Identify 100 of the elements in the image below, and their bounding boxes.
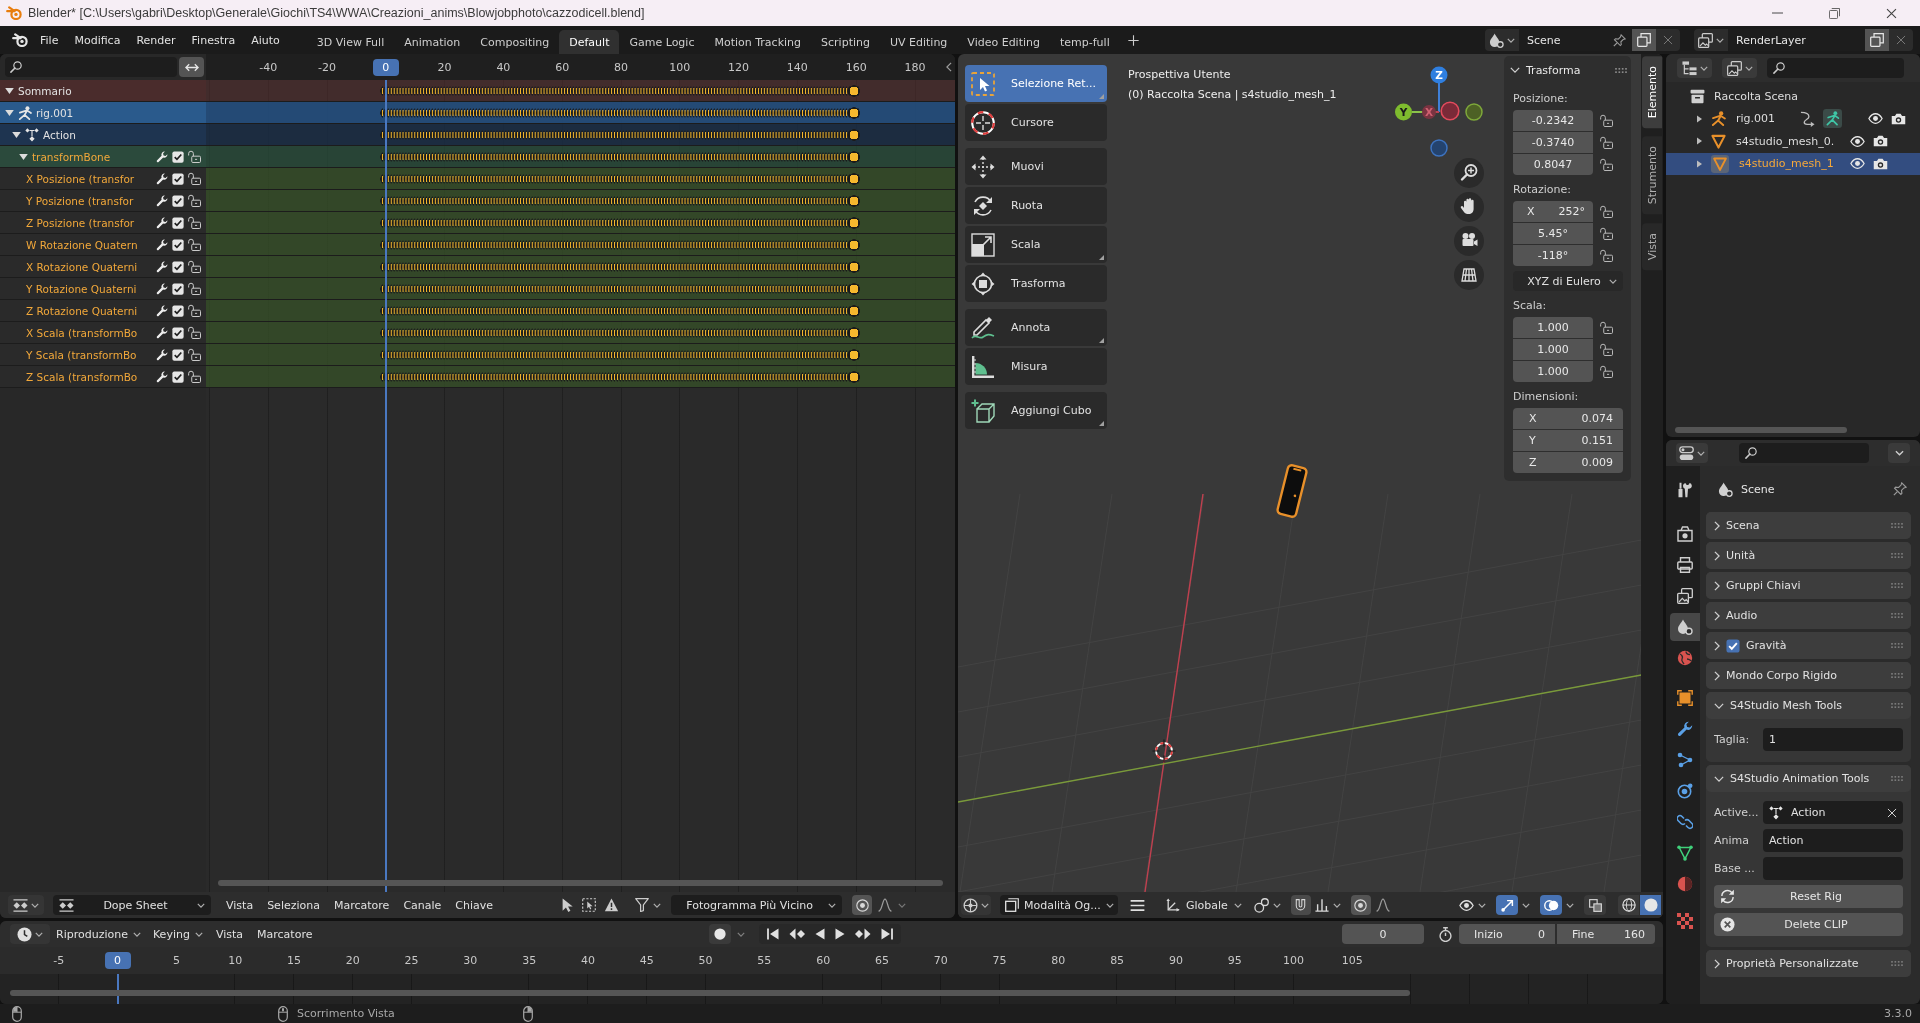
unlink-button[interactable] bbox=[1656, 29, 1680, 51]
jump-to-end-icon[interactable] bbox=[881, 928, 894, 940]
number-field[interactable]: 1.000 bbox=[1513, 317, 1593, 338]
open-padlock-icon[interactable] bbox=[188, 238, 201, 251]
play-reverse-icon[interactable] bbox=[815, 928, 826, 940]
wrench-icon[interactable] bbox=[156, 172, 168, 185]
figure-icon[interactable] bbox=[1823, 109, 1842, 129]
number-field[interactable]: 0.8047 bbox=[1513, 154, 1593, 175]
eye-icon[interactable] bbox=[1850, 135, 1865, 147]
open-padlock-icon[interactable] bbox=[188, 370, 201, 383]
outliner-item[interactable]: s4studio_mesh_0. bbox=[1666, 130, 1920, 153]
open-padlock-icon[interactable] bbox=[188, 348, 201, 361]
pin-icon[interactable] bbox=[1893, 482, 1907, 496]
panel-header[interactable]: Scena bbox=[1706, 512, 1911, 539]
select-arrow-icon[interactable] bbox=[560, 898, 575, 912]
workspace-tab[interactable]: Animation bbox=[394, 30, 471, 54]
tool-button[interactable]: Scala bbox=[965, 226, 1107, 263]
open-padlock-icon[interactable] bbox=[188, 304, 201, 317]
panel-header[interactable]: Proprietà Personalizzate bbox=[1706, 950, 1911, 977]
bell-curve-icon[interactable] bbox=[1375, 898, 1390, 912]
panel-header[interactable]: Trasforma bbox=[1510, 56, 1627, 84]
box-select-icon[interactable] bbox=[582, 898, 597, 912]
unlink-button[interactable] bbox=[1889, 29, 1913, 51]
tool-button[interactable]: Selezione Ret... bbox=[965, 65, 1107, 102]
number-field[interactable]: X 252° bbox=[1513, 201, 1593, 222]
shading-button[interactable] bbox=[1618, 895, 1639, 915]
checkbox[interactable] bbox=[172, 260, 184, 273]
panel-header[interactable]: Mondo Corpo Rigido bbox=[1706, 662, 1911, 689]
editor-type-button[interactable] bbox=[1676, 443, 1708, 463]
checkbox[interactable] bbox=[172, 194, 184, 207]
horizontal-scrollbar[interactable] bbox=[1675, 427, 1847, 433]
checkbox[interactable] bbox=[172, 172, 184, 185]
wrench-icon[interactable] bbox=[156, 260, 168, 273]
grip-icon[interactable] bbox=[1891, 583, 1903, 588]
camera-icon[interactable] bbox=[1891, 112, 1906, 125]
linked-circles-icon[interactable] bbox=[1253, 897, 1269, 913]
wrench-icon[interactable] bbox=[156, 348, 168, 361]
open-padlock-icon[interactable] bbox=[188, 150, 201, 163]
menu-item[interactable]: Canale bbox=[396, 895, 449, 915]
panel-header[interactable]: Gruppi Chiavi bbox=[1706, 572, 1911, 599]
menu-item[interactable]: Vista bbox=[208, 924, 251, 944]
checkbox[interactable] bbox=[172, 282, 184, 295]
disclosure-triangle-icon[interactable] bbox=[1697, 159, 1702, 168]
grip-icon[interactable] bbox=[1891, 673, 1903, 678]
workspace-tab[interactable]: Video Editing bbox=[957, 30, 1050, 54]
previous-keyframe-icon[interactable] bbox=[789, 928, 806, 940]
menu-item[interactable]: Chiave bbox=[448, 895, 501, 915]
horizontal-scrollbar[interactable] bbox=[10, 990, 1410, 996]
wrench-icon[interactable] bbox=[156, 326, 168, 339]
wrench-icon[interactable] bbox=[156, 194, 168, 207]
workspace-tab[interactable]: Scripting bbox=[811, 30, 880, 54]
caret-icon[interactable] bbox=[1332, 902, 1341, 908]
open-padlock-icon[interactable] bbox=[1600, 114, 1613, 127]
number-field[interactable]: Z 0.009 bbox=[1513, 452, 1623, 473]
open-padlock-icon[interactable] bbox=[1600, 158, 1613, 171]
panel-header[interactable]: Gravità bbox=[1706, 632, 1911, 659]
close-icon[interactable] bbox=[1886, 7, 1897, 19]
menu-item[interactable]: Marcatore bbox=[250, 924, 320, 944]
tool-button[interactable]: Annota bbox=[965, 309, 1107, 346]
disclosure-triangle-icon[interactable] bbox=[19, 153, 28, 160]
curved-arrow-icon[interactable] bbox=[1800, 110, 1815, 127]
sidebar-tab[interactable]: Vista bbox=[1642, 222, 1662, 270]
caret-icon[interactable] bbox=[1522, 902, 1530, 908]
grip-icon[interactable] bbox=[1891, 776, 1903, 781]
overlay-toggle[interactable] bbox=[1540, 895, 1562, 915]
open-padlock-icon[interactable] bbox=[188, 216, 201, 229]
filter-button[interactable] bbox=[1722, 58, 1757, 78]
wrench-icon[interactable] bbox=[156, 150, 168, 163]
disclosure-triangle-icon[interactable] bbox=[1697, 114, 1702, 123]
add-icon[interactable] bbox=[1127, 34, 1139, 46]
menu-item[interactable]: Aiuto bbox=[243, 29, 288, 51]
tool-button[interactable]: Ruota bbox=[965, 187, 1107, 224]
caret-icon[interactable] bbox=[1566, 902, 1574, 908]
search-field[interactable] bbox=[1739, 443, 1869, 463]
eye-icon[interactable] bbox=[1868, 113, 1883, 125]
camera-icon[interactable] bbox=[1873, 157, 1888, 170]
current-frame-indicator[interactable]: 0 bbox=[104, 952, 131, 969]
panel-button[interactable]: Delete CLIP bbox=[1714, 913, 1903, 936]
record-button[interactable] bbox=[709, 924, 732, 944]
wrench-icon[interactable] bbox=[156, 370, 168, 383]
text-field[interactable] bbox=[1763, 857, 1903, 880]
snap-toggle[interactable] bbox=[1290, 895, 1311, 915]
current-frame-field[interactable]: 0 bbox=[1342, 924, 1424, 944]
toggle-button[interactable] bbox=[179, 57, 204, 77]
current-frame-indicator[interactable]: 0 bbox=[372, 58, 399, 76]
wrench-icon[interactable] bbox=[156, 304, 168, 317]
number-field[interactable]: 5.45° bbox=[1513, 223, 1593, 244]
grip-icon[interactable] bbox=[1891, 703, 1903, 708]
scene-type-button[interactable] bbox=[1485, 29, 1519, 51]
caret-icon[interactable] bbox=[1478, 902, 1486, 908]
workspace-tab[interactable]: Default bbox=[559, 30, 620, 54]
panel-header[interactable]: Unità bbox=[1706, 542, 1911, 569]
checkbox[interactable] bbox=[172, 348, 184, 361]
number-field[interactable]: Y 0.151 bbox=[1513, 430, 1623, 451]
open-padlock-icon[interactable] bbox=[1600, 321, 1613, 334]
number-field[interactable]: X 0.074 bbox=[1513, 408, 1623, 429]
xray-toggle[interactable] bbox=[1584, 895, 1606, 915]
caret-icon[interactable] bbox=[653, 902, 662, 908]
caret-icon[interactable] bbox=[1272, 902, 1281, 908]
disclosure-triangle-icon[interactable] bbox=[1697, 137, 1702, 146]
